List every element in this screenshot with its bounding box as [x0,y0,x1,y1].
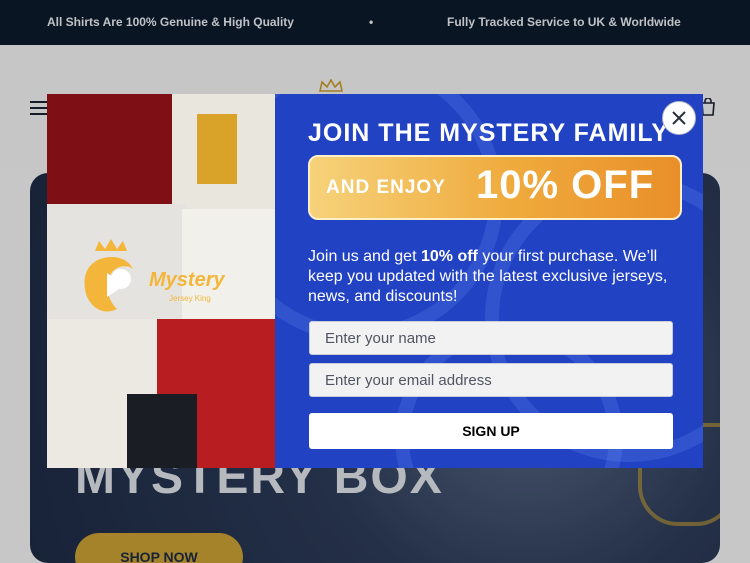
popup-description: Join us and get 10% off your first purch… [308,247,693,307]
mystery-jersey-king-logo: Mystery Jersey King [77,239,257,329]
promo-discount: 10% OFF [476,163,655,207]
popup-title: JOIN THE MYSTERY FAMILY [308,119,670,147]
description-start: Join us and get [308,248,421,265]
brand-tagline: Jersey King [169,294,211,303]
email-input[interactable] [309,363,673,397]
name-input[interactable] [309,321,673,355]
newsletter-popup: Mystery Jersey King JOIN THE MYSTERY FAM… [47,94,703,468]
brand-name: Mystery [149,269,225,291]
close-icon[interactable] [662,101,696,135]
popup-content: JOIN THE MYSTERY FAMILY AND ENJOY 10% OF… [275,94,703,468]
sign-up-button[interactable]: SIGN UP [309,413,673,449]
promo-lead-text: AND ENJOY [326,177,446,198]
jersey-collage: Mystery Jersey King [47,94,275,468]
discount-banner: AND ENJOY 10% OFF [308,155,682,220]
description-highlight: 10% off [420,248,478,265]
